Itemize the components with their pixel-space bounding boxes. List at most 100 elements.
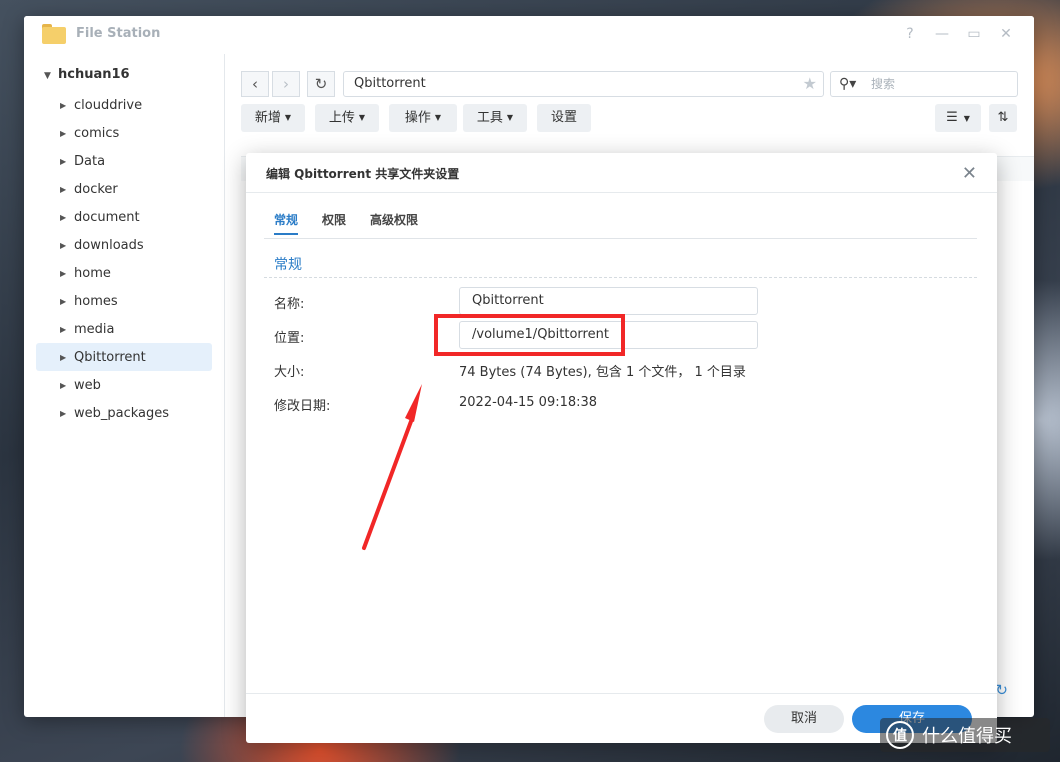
tree-item-qbittorrent[interactable]: ▶ Qbittorrent [36,343,212,371]
caret-down-icon: ▼ [358,113,366,122]
caret-right-icon: ▶ [60,268,67,278]
upload-label: 上传 [328,110,355,126]
chevron-left-icon: ‹ [252,75,258,93]
settings-label: 设置 [550,110,577,125]
caret-down-icon: ▼ [284,113,292,122]
watermark-text: 什么值得买 [922,726,1012,747]
help-icon[interactable]: ? [902,26,918,42]
divider [264,238,977,239]
settings-button[interactable]: 设置 [537,104,591,132]
modified-date-value: 2022-04-15 09:18:38 [459,395,598,410]
caret-right-icon: ▶ [60,408,67,418]
close-icon[interactable]: ✕ [998,26,1014,42]
tree-item-label: Data [74,153,106,169]
watermark: 值 什么值得买 [880,718,1050,752]
minimize-icon[interactable]: — [934,26,950,42]
divider [246,693,997,694]
tree-item-media[interactable]: ▶ media [36,315,212,343]
path-field[interactable]: Qbittorrent ★ [343,71,824,97]
tree-item-web-packages[interactable]: ▶ web_packages [36,399,212,427]
refresh-icon[interactable]: ↻ [995,681,1008,699]
highlight-box [434,314,625,356]
folder-app-icon [42,24,66,44]
sort-button[interactable]: ⇅ [989,104,1017,132]
list-icon: ☰ [946,110,958,125]
edit-shared-folder-dialog: 编辑 Qbittorrent 共享文件夹设置 ✕ 常规 权限 高级权限 常规 名… [246,153,997,743]
active-tab-indicator [274,233,298,235]
watermark-badge-icon: 值 [886,721,914,749]
path-text: Qbittorrent [354,76,426,91]
sort-icon: ⇅ [997,110,1009,125]
tree-item-label: document [74,209,140,225]
size-value: 74 Bytes (74 Bytes), 包含 1 个文件， 1 个目录 [459,365,746,380]
tree-item-homes[interactable]: ▶ homes [36,287,212,315]
refresh-icon: ↻ [314,75,328,93]
tree-item-label: home [74,265,111,281]
tab-permissions[interactable]: 权限 [322,211,346,228]
size-label: 大小: [274,365,305,380]
tree-item-label: docker [74,181,118,197]
annotation-arrow [362,384,422,550]
action-button[interactable]: 操作 ▼ [389,104,457,132]
modified-date-label: 修改日期: [274,399,331,414]
search-placeholder: 搜索 [871,77,896,91]
tree-item-label: downloads [74,237,144,253]
caret-right-icon: ▶ [60,324,67,334]
divider [246,192,997,193]
caret-down-icon: ▼ [434,113,442,122]
caret-right-icon: ▶ [60,156,67,166]
app-title: File Station [76,26,161,41]
tab-advanced-permissions[interactable]: 高级权限 [370,211,418,228]
tree-item-label: Qbittorrent [74,349,146,365]
action-label: 操作 [404,110,431,126]
caret-right-icon: ▶ [60,240,67,250]
forward-button[interactable]: › [272,71,300,97]
tree-item-label: media [74,321,115,337]
folder-tree-sidebar: ▼ hchuan16 ▶ clouddrive ▶ comics ▶ Data ▶ doc… [24,54,225,717]
title-bar: File Station ? — ▭ ✕ [24,16,1034,54]
caret-down-icon: ▼ [506,113,514,122]
tab-general[interactable]: 常规 [274,211,298,228]
refresh-button[interactable]: ↻ [307,71,335,97]
tree-item-label: web_packages [74,405,170,421]
search-input[interactable]: ⚲▾ 搜索 [830,71,1018,97]
caret-down-icon: ▼ [963,114,970,123]
tree-item-home[interactable]: ▶ home [36,259,212,287]
caret-right-icon: ▶ [60,296,67,306]
tree-item-docker[interactable]: ▶ docker [36,175,212,203]
divider [264,277,977,278]
caret-right-icon: ▶ [60,212,67,222]
tree-item-label: web [74,377,101,393]
tree-item-web[interactable]: ▶ web [36,371,212,399]
dialog-title: 编辑 Qbittorrent 共享文件夹设置 [266,167,460,181]
caret-right-icon: ▶ [60,128,67,138]
chevron-right-icon: › [283,75,289,93]
star-icon[interactable]: ★ [803,72,817,96]
upload-button[interactable]: 上传 ▼ [315,104,379,132]
location-label: 位置: [274,331,305,346]
caret-down-icon: ▼ [44,71,51,81]
name-field[interactable]: Qbittorrent [459,287,758,315]
tree-item-clouddrive[interactable]: ▶ clouddrive [36,91,212,119]
section-title: 常规 [274,257,302,273]
close-icon[interactable]: ✕ [962,163,977,184]
back-button[interactable]: ‹ [241,71,269,97]
tree-item-document[interactable]: ▶ document [36,203,212,231]
tree-item-data[interactable]: ▶ Data [36,147,212,175]
caret-right-icon: ▶ [60,184,67,194]
tree-root-node[interactable]: ▼ hchuan16 [44,67,130,82]
list-view-button[interactable]: ☰ ▼ [935,104,981,132]
maximize-icon[interactable]: ▭ [966,26,982,42]
tools-button[interactable]: 工具 ▼ [463,104,527,132]
caret-right-icon: ▶ [60,100,67,110]
tools-label: 工具 [476,110,503,126]
cancel-button[interactable]: 取消 [764,705,844,733]
tree-item-label: comics [74,125,120,141]
tree-item-downloads[interactable]: ▶ downloads [36,231,212,259]
tree-item-label: homes [74,293,118,309]
tree-root-label: hchuan16 [58,67,130,82]
name-label: 名称: [274,297,305,312]
new-button[interactable]: 新增 ▼ [241,104,305,132]
tree-item-comics[interactable]: ▶ comics [36,119,212,147]
tree-item-label: clouddrive [74,97,143,113]
